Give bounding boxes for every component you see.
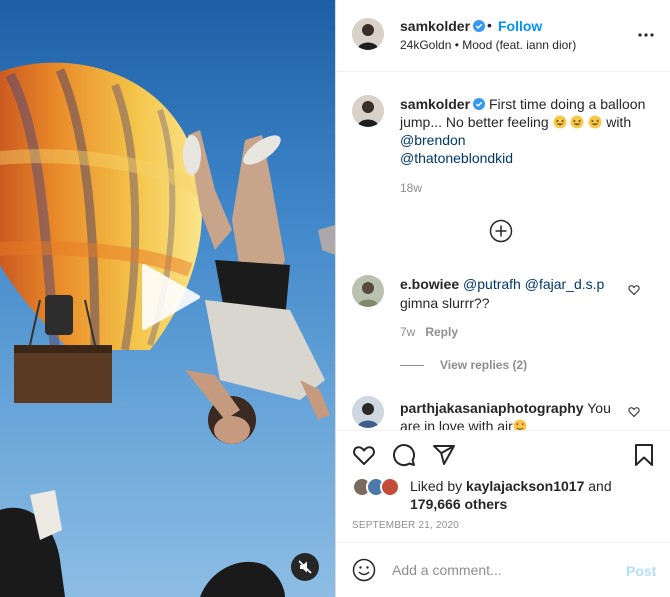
comment-input[interactable] <box>392 557 612 583</box>
verified-badge-icon <box>473 98 486 110</box>
smiley-icon[interactable] <box>352 558 376 582</box>
more-options-icon[interactable] <box>636 30 656 40</box>
commenter-avatar[interactable] <box>352 275 384 307</box>
likes-count[interactable]: 179,666 others <box>410 496 507 512</box>
likes-text: Liked by kaylajackson1017 and 179,666 ot… <box>410 477 650 513</box>
view-replies-button[interactable]: View replies (2) <box>400 358 527 372</box>
comment-icon[interactable] <box>392 443 416 467</box>
replies-line <box>400 365 424 367</box>
comment: e.bowiee @putrafh @fajar_d.s.p gimna slu… <box>400 275 630 313</box>
comment: parthjakasaniaphotography You are in lov… <box>400 399 630 430</box>
commenter-avatar[interactable] <box>352 396 384 428</box>
mention-link[interactable]: @putrafh <box>463 276 521 292</box>
plus-circle-icon[interactable] <box>489 219 513 243</box>
audio-track-link[interactable]: 24kGoldn • Mood (feat. iann dior) <box>400 38 576 52</box>
follow-button[interactable]: Follow <box>498 18 542 34</box>
post-video[interactable] <box>0 0 335 597</box>
liker-avatar[interactable] <box>380 477 400 497</box>
liker-username[interactable]: kaylajackson1017 <box>466 478 584 494</box>
mention-link[interactable]: @brendon <box>400 132 466 148</box>
separator-dot: • <box>487 17 492 33</box>
muted-speaker-icon <box>298 560 312 574</box>
comment-text: gimna slurrr?? <box>400 295 490 311</box>
comment-like-heart-icon[interactable] <box>628 284 640 296</box>
caption-username[interactable]: samkolder <box>400 96 470 112</box>
caption-author-avatar[interactable] <box>352 95 384 127</box>
play-icon <box>142 264 200 330</box>
post-date[interactable]: SEPTEMBER 21, 2020 <box>352 520 459 531</box>
comment-like-heart-icon[interactable] <box>628 406 640 418</box>
heart-eyes-emoji-icon <box>513 419 527 430</box>
caption-text-part2: with <box>606 114 632 130</box>
mute-button[interactable] <box>291 553 319 581</box>
paper-plane-icon[interactable] <box>432 443 456 467</box>
author-username[interactable]: samkolder <box>400 18 486 34</box>
bookmark-icon[interactable] <box>632 443 656 467</box>
likes-and: and <box>588 478 612 494</box>
comment-username[interactable]: e.bowiee <box>400 276 459 292</box>
post-button[interactable]: Post <box>626 563 656 579</box>
mention-link[interactable]: @fajar_d.s.p <box>525 276 605 292</box>
comments-list[interactable]: samkolder First time doing a balloon jum… <box>336 73 670 430</box>
post-actions: Liked by kaylajackson1017 and 179,666 ot… <box>336 430 670 542</box>
author-username-text[interactable]: samkolder <box>400 18 470 34</box>
mention-link[interactable]: @thatoneblondkid <box>400 150 513 166</box>
add-comment-bar: Post <box>336 542 670 597</box>
heart-icon[interactable] <box>352 443 376 467</box>
author-avatar[interactable] <box>352 18 384 50</box>
view-replies-label[interactable]: View replies (2) <box>440 358 527 372</box>
reply-button[interactable]: Reply <box>425 325 458 339</box>
verified-badge-icon <box>473 20 486 32</box>
caption-timestamp[interactable]: 18w <box>400 181 422 195</box>
post-details-panel: samkolder • Follow 24kGoldn • Mood (feat… <box>336 0 670 597</box>
comment-timestamp[interactable]: 7w <box>400 325 415 339</box>
comment-meta: 7w Reply <box>400 325 458 339</box>
grinning-squint-emoji-icon <box>588 115 602 129</box>
grinning-squint-emoji-icon <box>553 115 567 129</box>
caption: samkolder First time doing a balloon jum… <box>400 95 662 167</box>
play-button[interactable] <box>136 262 206 332</box>
liked-by-label: Liked by <box>410 478 463 494</box>
post-header: samkolder • Follow 24kGoldn • Mood (feat… <box>336 0 670 72</box>
liker-avatars <box>352 477 406 499</box>
grinning-squint-emoji-icon <box>570 115 584 129</box>
comment-username[interactable]: parthjakasaniaphotography <box>400 400 584 416</box>
